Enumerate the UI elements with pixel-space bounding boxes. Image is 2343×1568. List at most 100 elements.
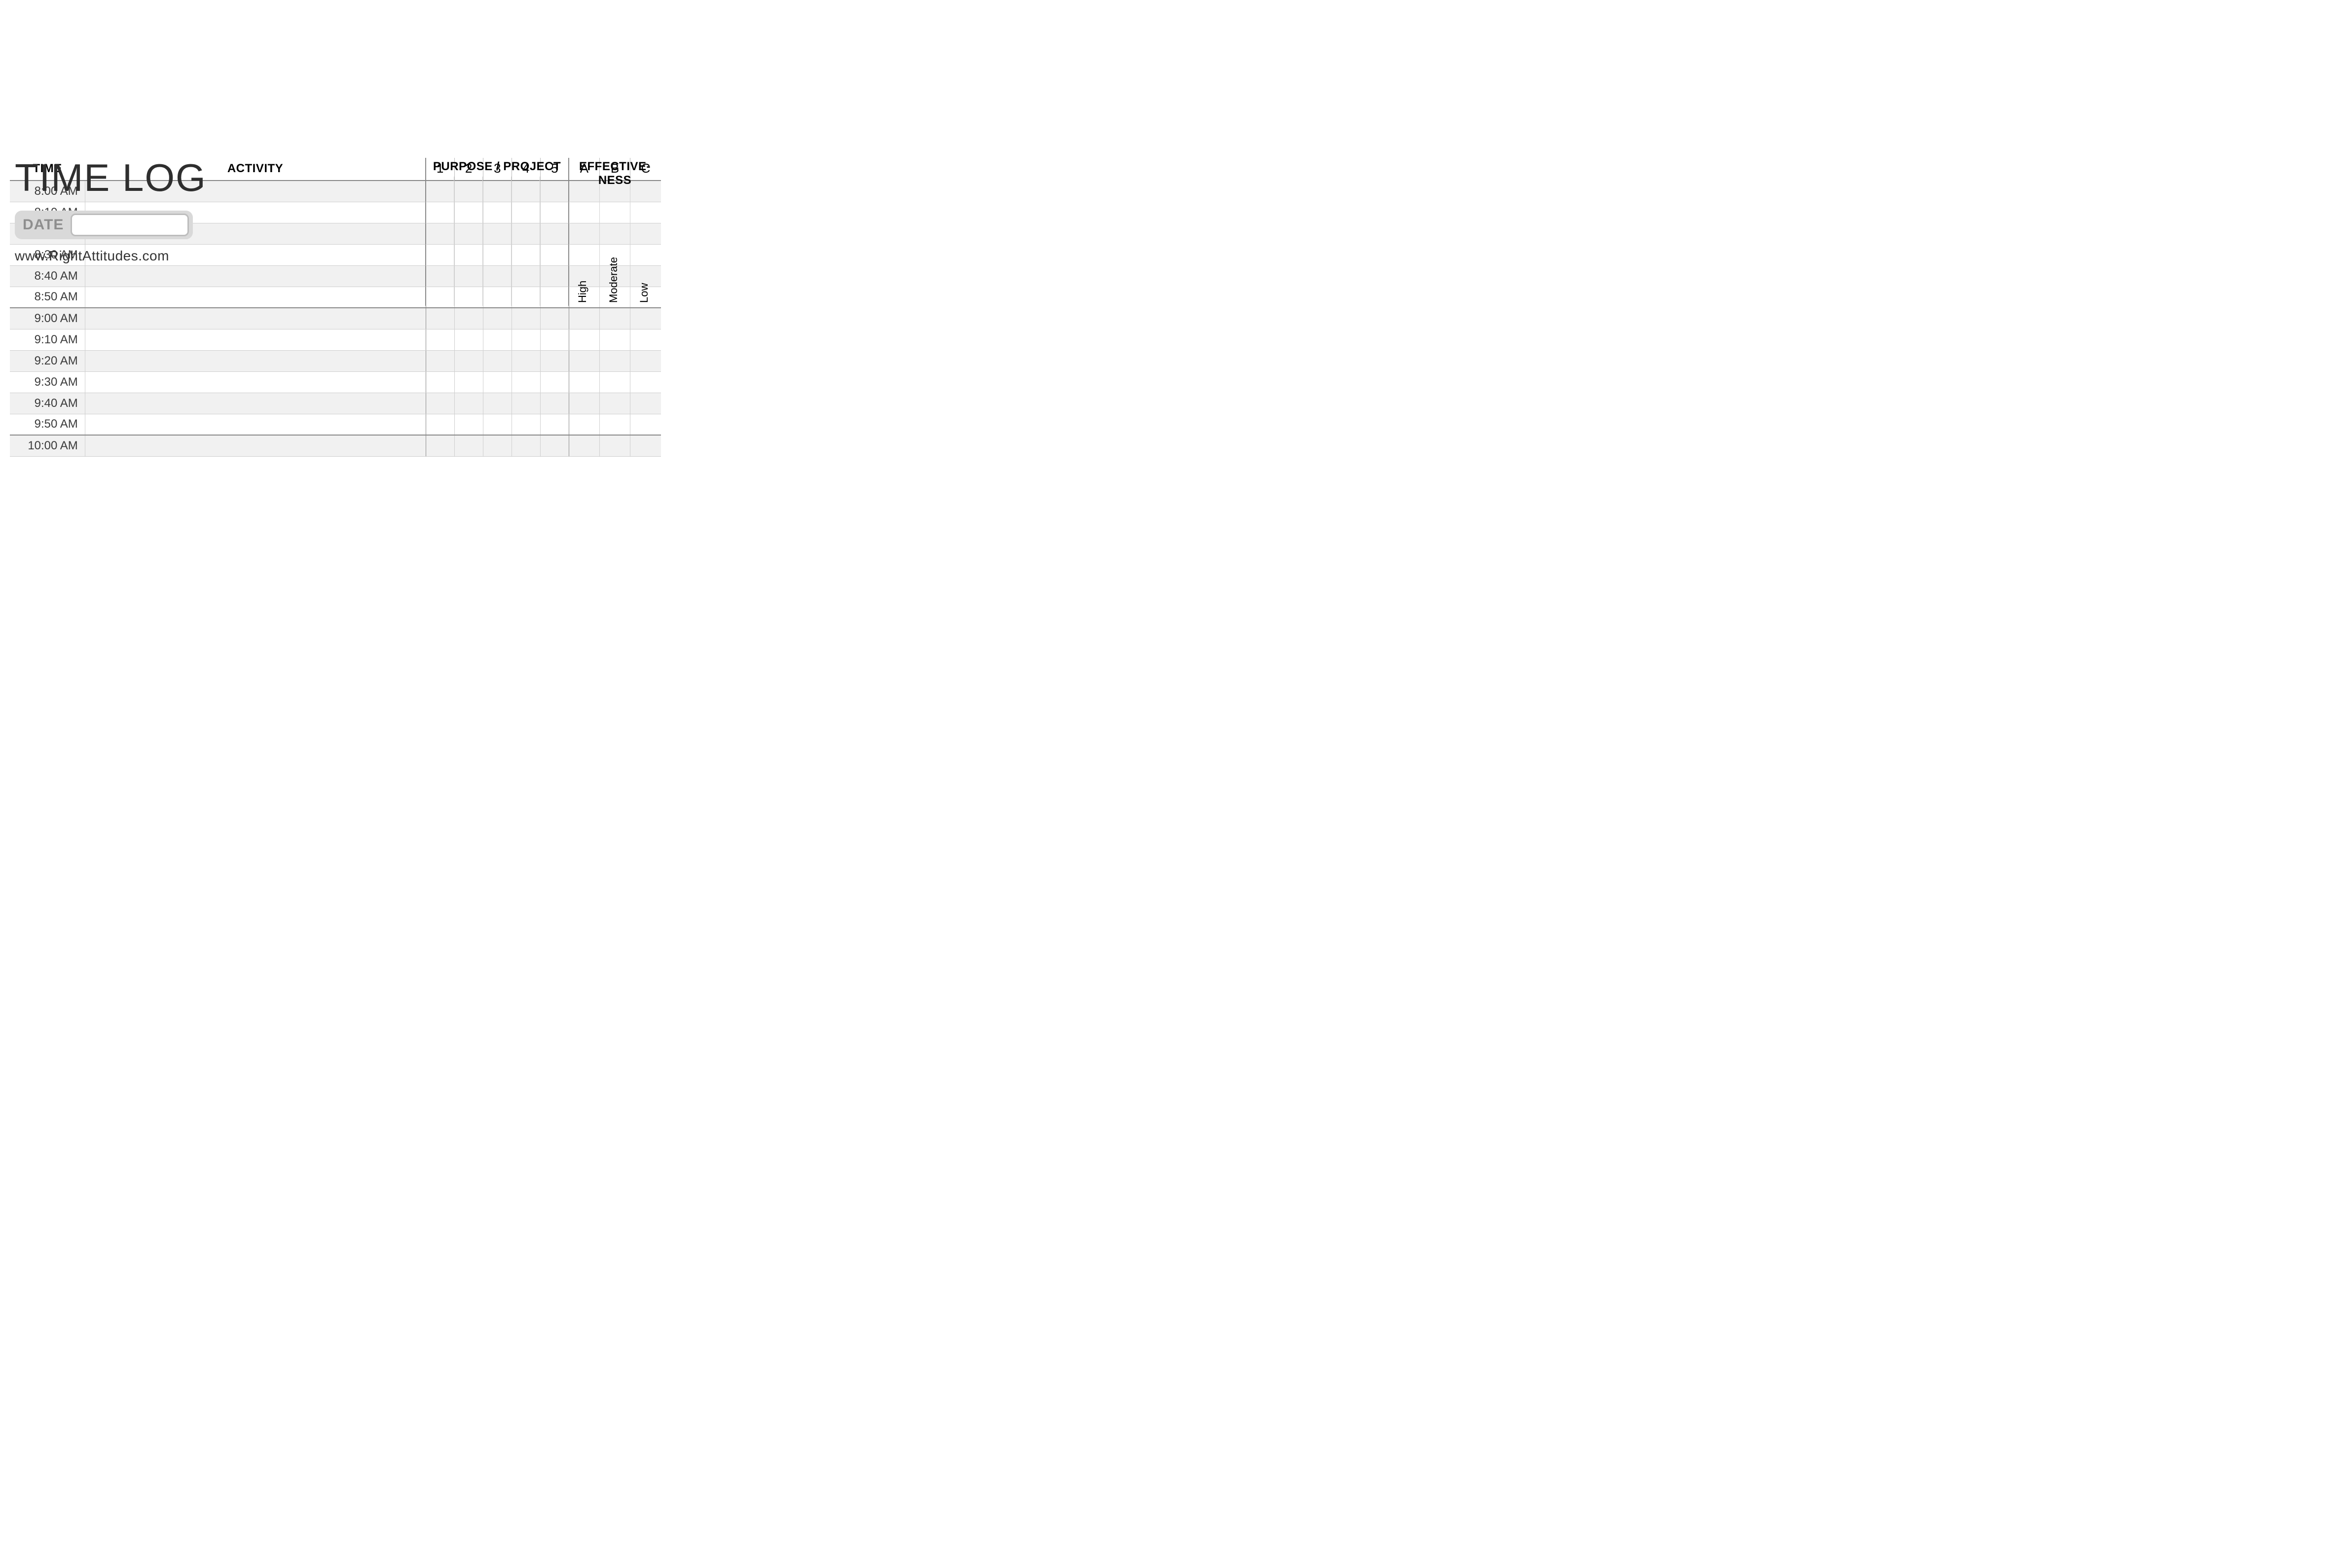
time-cell: 9:20 AM xyxy=(10,350,85,371)
effectiveness-cell[interactable] xyxy=(630,329,661,350)
activity-cell[interactable] xyxy=(85,265,426,287)
purpose-cell[interactable] xyxy=(512,435,541,456)
date-input[interactable] xyxy=(71,214,189,236)
effectiveness-cell[interactable] xyxy=(569,308,600,329)
effectiveness-group: EFFECTIVE- NESS High Moderate Low xyxy=(568,158,661,306)
table-row: 9:30 AM xyxy=(10,371,661,393)
purpose-cell[interactable] xyxy=(426,393,454,414)
purpose-cell[interactable] xyxy=(454,350,483,371)
purpose-cell[interactable] xyxy=(426,329,454,350)
effectiveness-cell[interactable] xyxy=(630,308,661,329)
time-cell: 8:40 AM xyxy=(10,265,85,287)
time-cell: 9:50 AM xyxy=(10,414,85,435)
purpose-cell[interactable] xyxy=(426,435,454,456)
effectiveness-group-title: EFFECTIVE- NESS xyxy=(575,158,655,190)
purpose-col-3 xyxy=(482,177,511,306)
purpose-cell[interactable] xyxy=(541,435,569,456)
purpose-group-title: PURPOSE / PROJECT xyxy=(429,158,565,177)
date-label: DATE xyxy=(23,217,64,233)
time-cell: 9:30 AM xyxy=(10,371,85,393)
purpose-cell[interactable] xyxy=(541,329,569,350)
purpose-cell[interactable] xyxy=(454,329,483,350)
effectiveness-cell[interactable] xyxy=(569,329,600,350)
time-cell: 8:50 AM xyxy=(10,287,85,308)
effectiveness-cell[interactable] xyxy=(630,393,661,414)
effectiveness-cell[interactable] xyxy=(600,308,630,329)
effectiveness-cell[interactable] xyxy=(569,393,600,414)
time-log-sheet: TIME LOG DATE www.RightAttitudes.com PUR… xyxy=(10,158,661,457)
effectiveness-cell[interactable] xyxy=(630,371,661,393)
effectiveness-label-low: Low xyxy=(638,283,651,303)
effectiveness-subcols: High Moderate Low xyxy=(569,190,661,306)
table-row: 9:50 AM xyxy=(10,414,661,435)
purpose-cell[interactable] xyxy=(512,350,541,371)
effectiveness-cell[interactable] xyxy=(600,371,630,393)
effectiveness-cell[interactable] xyxy=(600,393,630,414)
purpose-col-4 xyxy=(511,177,540,306)
purpose-cell[interactable] xyxy=(483,393,512,414)
table-row: 9:20 AM xyxy=(10,350,661,371)
activity-cell[interactable] xyxy=(85,371,426,393)
purpose-cell[interactable] xyxy=(512,414,541,435)
effectiveness-cell[interactable] xyxy=(600,329,630,350)
effectiveness-cell[interactable] xyxy=(600,414,630,435)
effectiveness-cell[interactable] xyxy=(569,350,600,371)
effectiveness-cell[interactable] xyxy=(600,350,630,371)
table-row: 9:00 AM xyxy=(10,308,661,329)
purpose-cell[interactable] xyxy=(483,329,512,350)
purpose-cell[interactable] xyxy=(426,350,454,371)
purpose-cell[interactable] xyxy=(541,393,569,414)
purpose-cell[interactable] xyxy=(483,350,512,371)
effectiveness-cell[interactable] xyxy=(630,350,661,371)
effectiveness-cell[interactable] xyxy=(600,435,630,456)
purpose-cell[interactable] xyxy=(512,393,541,414)
purpose-cell[interactable] xyxy=(512,371,541,393)
activity-cell[interactable] xyxy=(85,287,426,308)
purpose-cell[interactable] xyxy=(454,414,483,435)
purpose-cell[interactable] xyxy=(541,414,569,435)
activity-cell[interactable] xyxy=(85,308,426,329)
purpose-cell[interactable] xyxy=(512,308,541,329)
effectiveness-cell[interactable] xyxy=(630,435,661,456)
activity-cell[interactable] xyxy=(85,350,426,371)
activity-cell[interactable] xyxy=(85,393,426,414)
purpose-cell[interactable] xyxy=(512,329,541,350)
purpose-cell[interactable] xyxy=(541,371,569,393)
purpose-cell[interactable] xyxy=(541,350,569,371)
purpose-cell[interactable] xyxy=(454,393,483,414)
purpose-subcols xyxy=(426,177,568,306)
effectiveness-cell[interactable] xyxy=(569,435,600,456)
purpose-col-1 xyxy=(426,177,454,306)
time-cell: 10:00 AM xyxy=(10,435,85,456)
site-url: www.RightAttitudes.com xyxy=(15,248,261,264)
purpose-cell[interactable] xyxy=(454,308,483,329)
table-row: 10:00 AM xyxy=(10,435,661,456)
time-cell: 9:10 AM xyxy=(10,329,85,350)
date-field-wrapper: DATE xyxy=(15,211,193,239)
time-cell: 9:00 AM xyxy=(10,308,85,329)
page-title: TIME LOG xyxy=(15,158,261,198)
effectiveness-cell[interactable] xyxy=(630,414,661,435)
purpose-cell[interactable] xyxy=(541,308,569,329)
effectiveness-col-moderate: Moderate xyxy=(599,190,630,306)
effectiveness-cell[interactable] xyxy=(569,414,600,435)
purpose-cell[interactable] xyxy=(483,435,512,456)
purpose-group: PURPOSE / PROJECT xyxy=(425,158,568,306)
purpose-cell[interactable] xyxy=(426,371,454,393)
time-cell: 9:40 AM xyxy=(10,393,85,414)
effectiveness-cell[interactable] xyxy=(569,371,600,393)
activity-cell[interactable] xyxy=(85,435,426,456)
effectiveness-label-high: High xyxy=(576,281,589,303)
purpose-cell[interactable] xyxy=(483,414,512,435)
table-row: 9:40 AM xyxy=(10,393,661,414)
purpose-cell[interactable] xyxy=(454,371,483,393)
purpose-cell[interactable] xyxy=(426,308,454,329)
purpose-cell[interactable] xyxy=(454,435,483,456)
purpose-cell[interactable] xyxy=(483,371,512,393)
effectiveness-col-low: Low xyxy=(630,190,661,306)
activity-cell[interactable] xyxy=(85,329,426,350)
activity-cell[interactable] xyxy=(85,414,426,435)
purpose-cell[interactable] xyxy=(483,308,512,329)
purpose-cell[interactable] xyxy=(426,414,454,435)
effectiveness-label-moderate: Moderate xyxy=(607,257,620,303)
